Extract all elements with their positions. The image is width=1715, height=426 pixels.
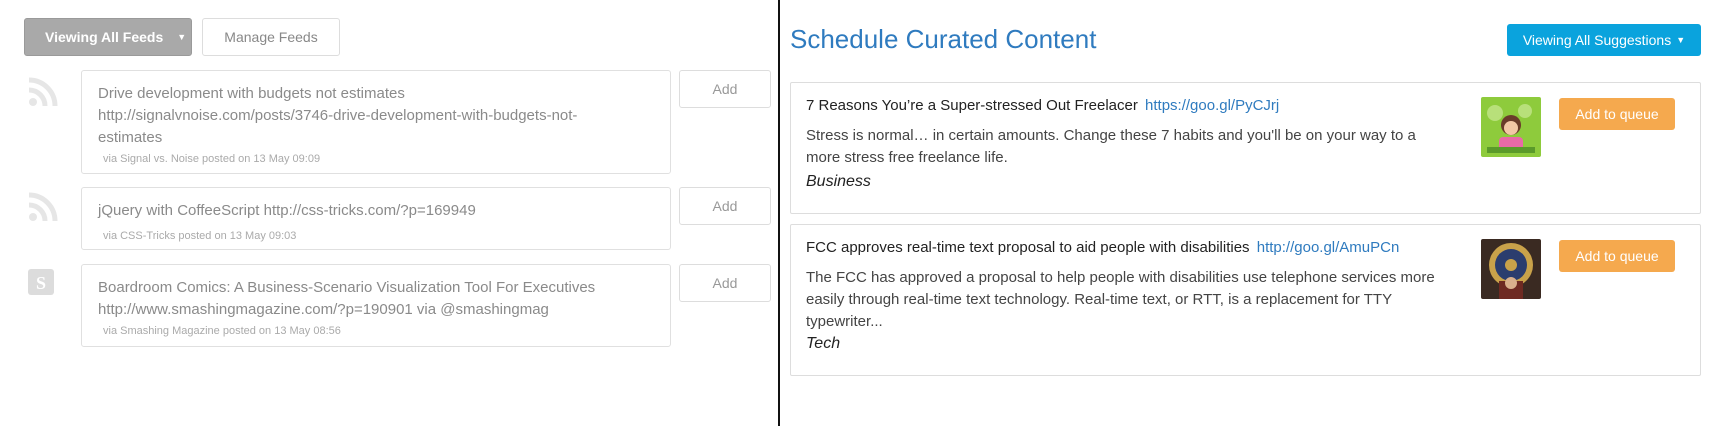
suggestion-description: Stress is normal… in certain amounts. Ch… <box>806 127 1416 166</box>
view-suggestions-dropdown[interactable]: Viewing All Suggestions ▼ <box>1507 24 1701 56</box>
suggestion-description: The FCC has approved a proposal to help … <box>806 269 1435 330</box>
feed-meta: via CSS-Tricks posted on 13 May 09:03 <box>103 230 297 242</box>
feed-item: Boardroom Comics: A Business-Scenario Vi… <box>81 264 671 347</box>
feed-meta: via Signal vs. Noise posted on 13 May 09… <box>103 153 321 165</box>
caret-down-icon: ▼ <box>177 32 187 42</box>
feed-item: Drive development with budgets not estim… <box>81 70 671 174</box>
feed-title: jQuery with CoffeeScript http://css-tric… <box>98 202 476 219</box>
suggestion-title: 7 Reasons You’re a Super-stressed Out Fr… <box>806 97 1138 114</box>
feed-item: jQuery with CoffeeScript http://css-tric… <box>81 187 671 250</box>
add-to-queue-button[interactable]: Add to queue <box>1559 98 1675 130</box>
feed-meta: via Smashing Magazine posted on 13 May 0… <box>103 325 341 337</box>
suggestion-headline: FCC approves real-time text proposal to … <box>806 239 1399 256</box>
stressed-freelancer-thumbnail <box>1481 97 1541 157</box>
page-title: Schedule Curated Content <box>790 24 1097 54</box>
add-feed-button[interactable]: Add <box>679 70 771 108</box>
suggestion-card: FCC approves real-time text proposal to … <box>790 224 1701 376</box>
suggestion-link[interactable]: http://goo.gl/AmuPCn <box>1257 239 1400 256</box>
add-feed-button[interactable]: Add <box>679 264 771 302</box>
view-feeds-dropdown[interactable]: Viewing All Feeds ▼ <box>24 18 192 56</box>
manage-feeds-label: Manage Feeds <box>224 29 318 45</box>
feed-title: Boardroom Comics: A Business-Scenario Vi… <box>98 279 596 318</box>
smashing-magazine-logo-icon: S <box>27 268 55 296</box>
suggestion-category: Tech <box>806 335 841 352</box>
curated-content-pane: Schedule Curated Content Viewing All Sug… <box>780 0 1715 426</box>
add-to-queue-button[interactable]: Add to queue <box>1559 240 1675 272</box>
queue-label: Add to queue <box>1575 248 1659 264</box>
suggestion-title: FCC approves real-time text proposal to … <box>806 239 1250 256</box>
view-feeds-label: Viewing All Feeds <box>45 29 164 45</box>
add-feed-button[interactable]: Add <box>679 187 771 225</box>
rss-icon <box>27 76 59 108</box>
manage-feeds-button[interactable]: Manage Feeds <box>202 18 340 56</box>
svg-text:S: S <box>36 273 46 293</box>
feed-title: Drive development with budgets not estim… <box>98 85 578 146</box>
queue-label: Add to queue <box>1575 106 1659 122</box>
add-label: Add <box>712 81 738 97</box>
add-label: Add <box>712 198 738 214</box>
caret-down-icon: ▼ <box>1676 35 1686 45</box>
suggestion-link[interactable]: https://goo.gl/PyCJrj <box>1145 97 1279 114</box>
feeds-pane: Viewing All Feeds ▼ Manage Feeds Drive d… <box>0 0 778 426</box>
rss-icon <box>27 191 59 223</box>
add-label: Add <box>712 275 738 291</box>
suggestion-headline: 7 Reasons You’re a Super-stressed Out Fr… <box>806 97 1279 114</box>
suggestions-label: Viewing All Suggestions <box>1522 32 1672 48</box>
suggestion-card: 7 Reasons You’re a Super-stressed Out Fr… <box>790 82 1701 214</box>
suggestion-category: Business <box>806 173 871 190</box>
fcc-seal-thumbnail <box>1481 239 1541 299</box>
